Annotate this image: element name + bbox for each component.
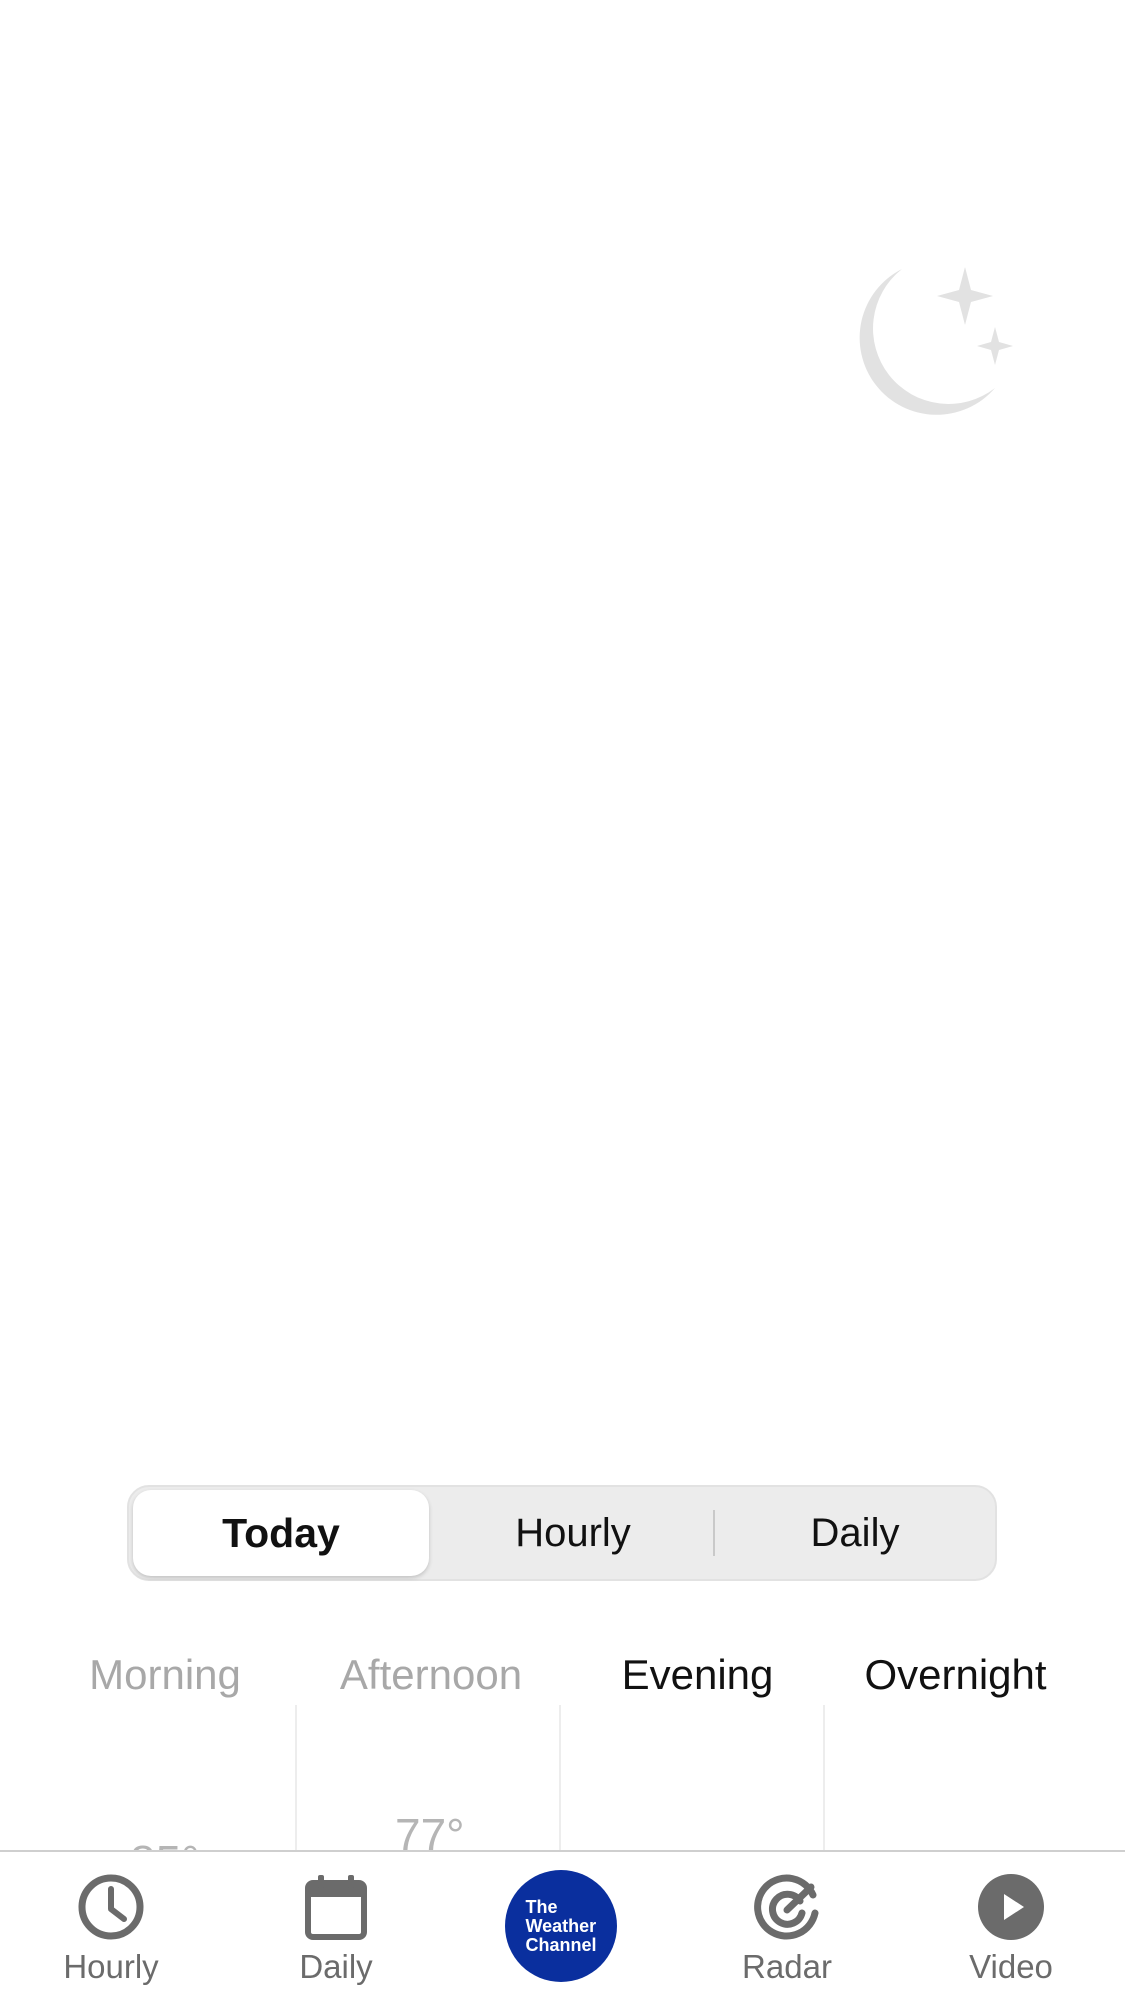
- play-icon: [976, 1872, 1046, 1942]
- segment-daily[interactable]: Daily: [715, 1487, 995, 1579]
- daypart-overnight[interactable]: Overnight: [848, 1640, 1063, 1710]
- daypart-morning[interactable]: Morning: [60, 1640, 270, 1710]
- tab-video-label: Video: [969, 1948, 1053, 1985]
- tab-radar-label: Radar: [742, 1948, 832, 1985]
- calendar-icon: [301, 1872, 371, 1942]
- forecast-range-segmented-control: Today Hourly Daily: [127, 1485, 997, 1581]
- column-divider: [823, 1705, 825, 1850]
- column-divider: [559, 1705, 561, 1850]
- segment-hourly[interactable]: Hourly: [433, 1487, 713, 1579]
- moon-icon: [855, 262, 1025, 432]
- daypart-evening[interactable]: Evening: [600, 1640, 795, 1710]
- tab-hourly[interactable]: Hourly: [26, 1852, 196, 2001]
- segment-today[interactable]: Today: [133, 1490, 429, 1576]
- tab-daily-label: Daily: [299, 1948, 373, 1985]
- weather-channel-logo-text: The Weather Channel: [525, 1896, 597, 1955]
- tab-daily[interactable]: Daily: [251, 1852, 421, 2001]
- column-divider: [295, 1705, 297, 1850]
- daypart-tabs: Morning Afternoon Evening Overnight: [0, 1640, 1125, 1710]
- weather-channel-logo[interactable]: The Weather Channel: [505, 1870, 617, 1982]
- tab-hourly-label: Hourly: [63, 1948, 159, 1985]
- screen: Today Hourly Daily Morning Afternoon Eve…: [0, 0, 1125, 2001]
- radar-icon: [752, 1872, 822, 1942]
- tab-video[interactable]: Video: [926, 1852, 1096, 2001]
- daypart-afternoon[interactable]: Afternoon: [315, 1640, 547, 1710]
- tab-radar[interactable]: Radar: [702, 1852, 872, 2001]
- clock-icon: [76, 1872, 146, 1942]
